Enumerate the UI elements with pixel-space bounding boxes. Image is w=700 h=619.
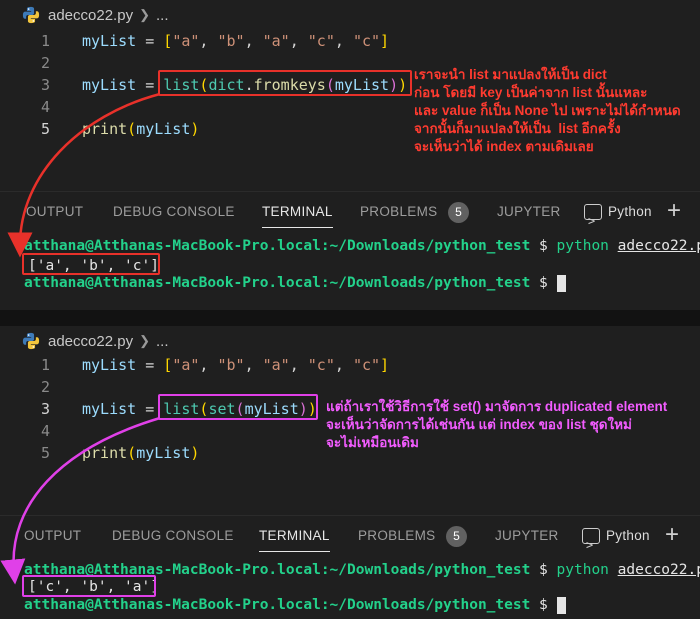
terminal-prompt-line: atthana@Atthanas-MacBook-Pro.local:~/Dow… — [24, 594, 566, 616]
tab-terminal[interactable]: TERMINAL — [259, 516, 330, 556]
terminal-prompt-line: atthana@Atthanas-MacBook-Pro.local:~/Dow… — [24, 272, 566, 294]
code-line-2: 2 — [0, 376, 700, 398]
code-line-1: 1 myList = ["a", "b", "a", "c", "c"] — [0, 30, 700, 52]
line-number: 5 — [40, 444, 50, 462]
panel-divider — [0, 310, 700, 326]
tab-output[interactable]: OUTPUT — [24, 516, 81, 556]
terminal-icon — [584, 201, 602, 241]
new-terminal-plus-icon[interactable]: + — [667, 196, 681, 226]
code-text: myList = ["a", "b", "a", "c", "c"] — [82, 356, 390, 374]
chevron-right-icon: ❯ — [139, 333, 150, 348]
tab-problems[interactable]: PROBLEMS — [358, 516, 435, 556]
file-link[interactable]: adecco22.py — [618, 562, 700, 578]
terminal-cursor — [556, 596, 566, 614]
code-text: print(myList) — [82, 120, 200, 138]
new-terminal-plus-icon[interactable]: + — [665, 520, 679, 550]
highlight-box-output-unordered — [22, 575, 156, 597]
line-number: 2 — [40, 54, 50, 72]
terminal-profile-python[interactable]: Python — [584, 192, 652, 241]
line-number: 5 — [40, 120, 50, 138]
python-file-icon — [22, 332, 40, 350]
breadcrumb-tail[interactable]: ... — [156, 7, 169, 24]
highlight-box-output-ordered — [22, 253, 160, 275]
highlight-box-fromkeys — [158, 70, 412, 96]
code-line-1: 1 myList = ["a", "b", "a", "c", "c"] — [0, 354, 700, 376]
tab-debug-console[interactable]: DEBUG CONSOLE — [113, 192, 235, 232]
tab-debug-console[interactable]: DEBUG CONSOLE — [112, 516, 234, 556]
file-link[interactable]: adecco22.py — [618, 238, 700, 254]
tab-problems[interactable]: PROBLEMS — [360, 192, 437, 232]
annotation-note-dict: เราจะนำ list มาแปลงให้เป็น dict ก่อน โดย… — [414, 67, 681, 154]
line-number: 1 — [40, 356, 50, 374]
annotation-note-set: แต่ถ้าเราใช้วิธีการใช้ set() มาจัดการ du… — [326, 399, 668, 450]
breadcrumb[interactable]: adecco22.py ❯ ... — [0, 0, 700, 30]
breadcrumb[interactable]: adecco22.py ❯ ... — [0, 326, 700, 356]
breadcrumb-filename[interactable]: adecco22.py — [48, 333, 133, 350]
line-number: 3 — [40, 400, 50, 418]
breadcrumb-filename[interactable]: adecco22.py — [48, 7, 133, 24]
editor-panel-bottom: adecco22.py ❯ ... 1 myList = ["a", "b", … — [0, 326, 700, 619]
problems-count-badge: 5 — [446, 526, 467, 547]
panel-tab-bar: OUTPUT DEBUG CONSOLE TERMINAL PROBLEMS 5… — [0, 515, 700, 565]
tab-output[interactable]: OUTPUT — [26, 192, 83, 232]
breadcrumb-tail[interactable]: ... — [156, 333, 169, 350]
panel-tab-bar: OUTPUT DEBUG CONSOLE TERMINAL PROBLEMS 5… — [0, 191, 700, 241]
code-text: print(myList) — [82, 444, 200, 462]
terminal-profile-python[interactable]: Python — [582, 516, 650, 565]
terminal-profile-label: Python — [606, 528, 650, 543]
editor-panel-top: adecco22.py ❯ ... 1 myList = ["a", "b", … — [0, 0, 700, 310]
python-file-icon — [22, 6, 40, 24]
terminal-cursor — [556, 274, 566, 292]
line-number: 4 — [40, 98, 50, 116]
line-number: 3 — [40, 76, 50, 94]
tab-jupyter[interactable]: JUPYTER — [497, 192, 561, 232]
line-number: 1 — [40, 32, 50, 50]
highlight-box-set — [158, 394, 318, 420]
terminal-profile-label: Python — [608, 204, 652, 219]
problems-count-badge: 5 — [448, 202, 469, 223]
tab-terminal[interactable]: TERMINAL — [262, 192, 333, 232]
line-number: 4 — [40, 422, 50, 440]
line-number: 2 — [40, 378, 50, 396]
code-text: myList = ["a", "b", "a", "c", "c"] — [82, 32, 390, 50]
chevron-right-icon: ❯ — [139, 7, 150, 22]
terminal-icon — [582, 525, 600, 565]
tab-jupyter[interactable]: JUPYTER — [495, 516, 559, 556]
